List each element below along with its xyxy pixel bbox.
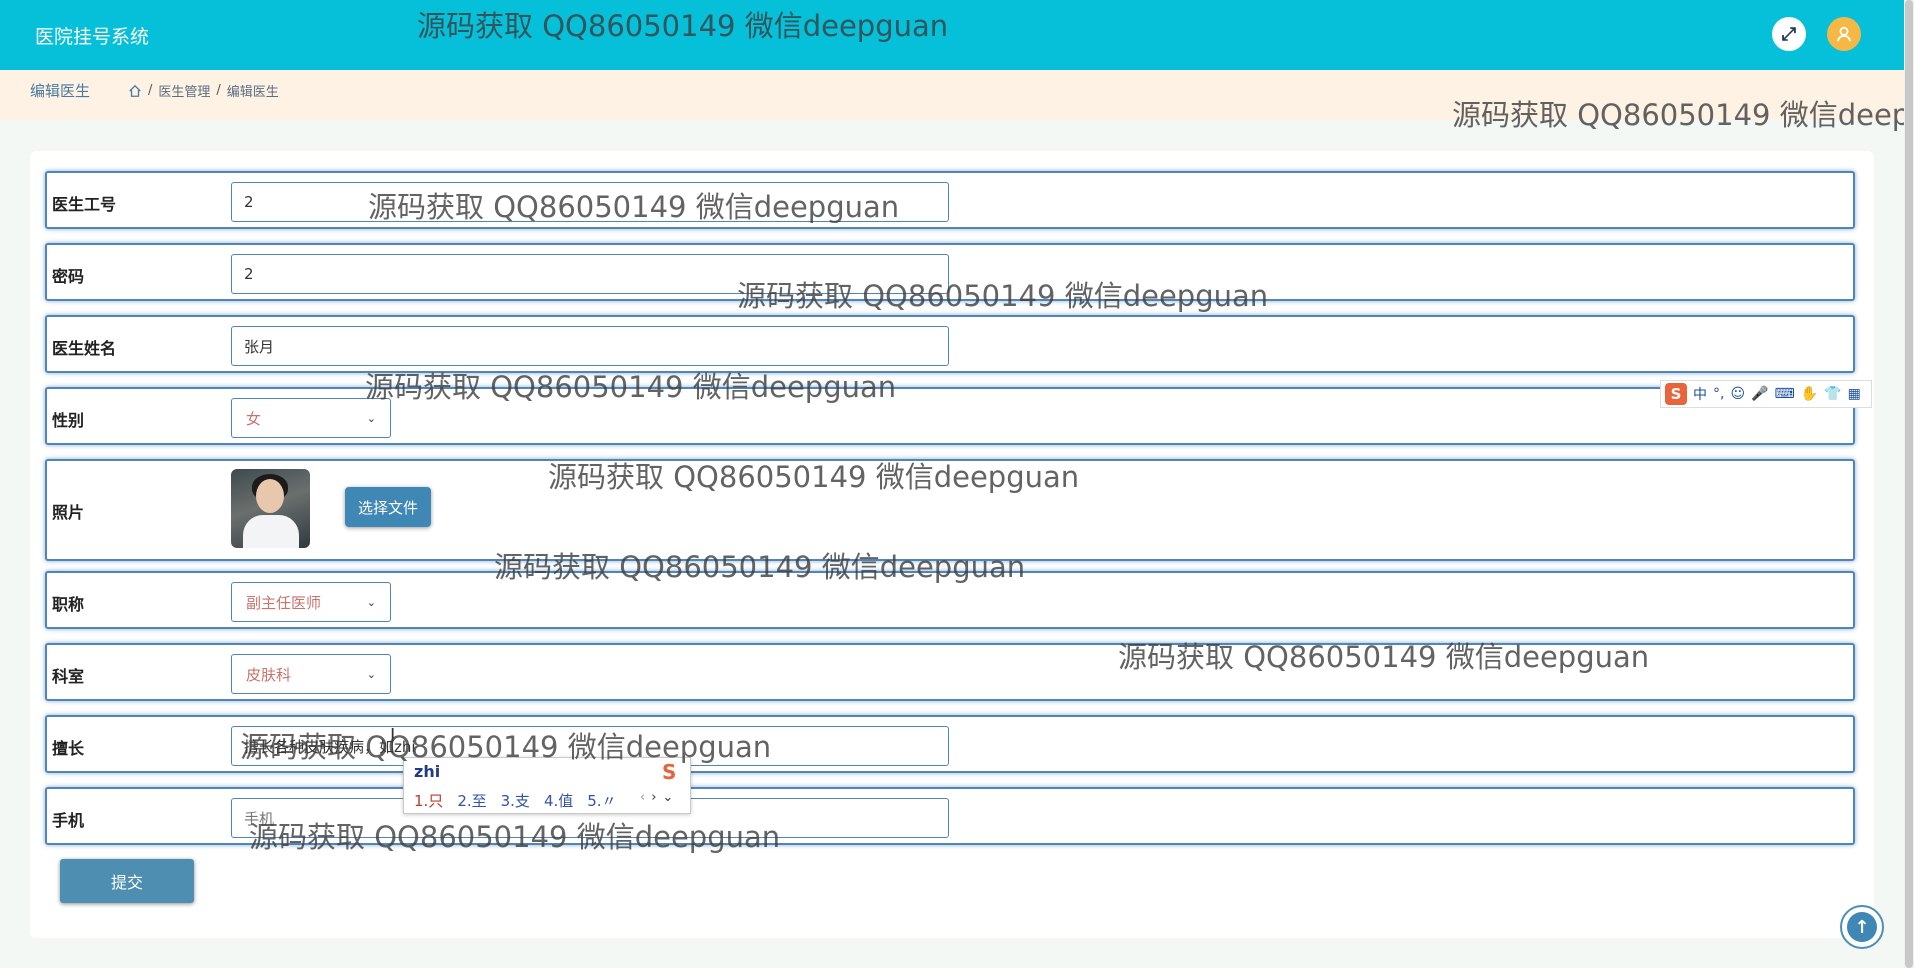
specialty-label: 擅长: [52, 739, 85, 758]
gender-select-value: 女: [246, 409, 262, 428]
form-row-doctor-name: 医生姓名 张月: [45, 315, 1855, 373]
fullscreen-icon: ⤢: [1781, 23, 1797, 45]
department-select[interactable]: 皮肤科 ⌄: [231, 654, 391, 694]
phone-label: 手机: [52, 811, 85, 830]
scroll-to-top-button[interactable]: ↑: [1840, 905, 1884, 949]
form-row-department: 科室 皮肤科 ⌄: [45, 643, 1855, 701]
doctor-photo: [231, 469, 310, 548]
top-header: 医院挂号系统 ⤢: [0, 0, 1904, 70]
grid-icon[interactable]: ▦: [1848, 386, 1861, 402]
breadcrumb-item-doctor-management[interactable]: 医生管理: [158, 81, 210, 100]
doctor-name-label: 医生姓名: [52, 339, 117, 358]
doctor-id-label: 医生工号: [52, 195, 117, 214]
ime-candidate[interactable]: 4.值: [544, 790, 573, 811]
text-cursor-icon: I: [390, 725, 396, 746]
arrow-up-icon: ↑: [1847, 912, 1877, 942]
title-select[interactable]: 副主任医师 ⌄: [231, 582, 391, 622]
form-row-password: 密码 2: [45, 243, 1855, 301]
gender-label: 性别: [52, 411, 85, 430]
breadcrumb-bar: 编辑医生 / 医生管理 / 编辑医生: [0, 70, 1904, 120]
user-icon: [1836, 26, 1852, 42]
ime-candidate[interactable]: 5.〃: [587, 790, 616, 811]
ime-candidates: 1.只 2.至 3.支 4.值 5.〃: [414, 790, 617, 811]
ime-candidate-popup: zhi S 1.只 2.至 3.支 4.值 5.〃 ‹ › ⌄: [403, 757, 691, 814]
form-row-doctor-id: 医生工号 2: [45, 171, 1855, 229]
password-input[interactable]: 2: [231, 254, 949, 294]
breadcrumb-item-edit-doctor: 编辑医生: [226, 85, 279, 100]
choose-file-button[interactable]: 选择文件: [345, 487, 431, 527]
form-row-photo: 照片 选择文件: [45, 459, 1855, 561]
ime-mode-chinese[interactable]: 中: [1693, 384, 1707, 404]
department-select-value: 皮肤科: [246, 665, 292, 684]
punctuation-icon[interactable]: °,: [1713, 386, 1724, 402]
scrollbar-thumb[interactable]: [1905, 0, 1913, 968]
fullscreen-button[interactable]: ⤢: [1772, 17, 1806, 51]
emoji-icon[interactable]: ☺: [1730, 386, 1745, 402]
gender-select[interactable]: 女 ⌄: [231, 398, 391, 438]
ime-candidate[interactable]: 1.只: [414, 790, 443, 811]
title-label: 职称: [52, 595, 85, 614]
chevron-down-icon[interactable]: ⌄: [662, 790, 673, 805]
hand-icon[interactable]: ✋: [1801, 386, 1818, 402]
chevron-down-icon: ⌄: [366, 667, 376, 681]
page-title: 编辑医生: [30, 82, 91, 100]
user-avatar-button[interactable]: [1827, 17, 1861, 51]
breadcrumb: / 医生管理 / 编辑医生: [128, 81, 279, 100]
title-select-value: 副主任医师: [246, 593, 322, 612]
skin-icon[interactable]: 👕: [1824, 386, 1841, 402]
password-label: 密码: [52, 267, 85, 286]
doctor-name-input[interactable]: 张月: [231, 326, 949, 366]
app-title: 医院挂号系统: [35, 26, 150, 48]
keyboard-icon[interactable]: ⌨: [1775, 386, 1795, 402]
form-row-specialty: 擅长 擅长各种皮肤疾病，如zhi: [45, 715, 1855, 773]
form-row-title: 职称 副主任医师 ⌄: [45, 571, 1855, 629]
sogou-logo-icon: S: [662, 760, 677, 784]
chevron-down-icon: ⌄: [366, 411, 376, 425]
department-label: 科室: [52, 667, 85, 686]
chevron-left-icon[interactable]: ‹: [640, 790, 645, 805]
microphone-icon[interactable]: 🎤: [1751, 386, 1768, 402]
ime-candidate[interactable]: 2.至: [457, 790, 486, 811]
submit-button[interactable]: 提交: [60, 859, 194, 903]
breadcrumb-separator: /: [148, 83, 153, 98]
chevron-right-icon[interactable]: ›: [651, 790, 656, 805]
chevron-down-icon: ⌄: [366, 595, 376, 609]
home-icon[interactable]: [128, 84, 142, 98]
doctor-id-input[interactable]: 2: [231, 182, 949, 222]
form-row-gender: 性别 女 ⌄: [45, 387, 1855, 445]
ime-candidate[interactable]: 3.支: [501, 790, 530, 811]
form-row-phone: 手机 手机: [45, 787, 1855, 845]
ime-typed-text: zhi: [414, 762, 441, 781]
vertical-scrollbar[interactable]: [1904, 0, 1914, 968]
photo-label: 照片: [52, 503, 85, 522]
breadcrumb-separator: /: [216, 83, 221, 98]
ime-nav: ‹ › ⌄: [640, 790, 673, 805]
sogou-logo-icon[interactable]: S: [1665, 383, 1687, 405]
ime-toolbar: S 中 °, ☺ 🎤 ⌨ ✋ 👕 ▦: [1660, 380, 1872, 408]
